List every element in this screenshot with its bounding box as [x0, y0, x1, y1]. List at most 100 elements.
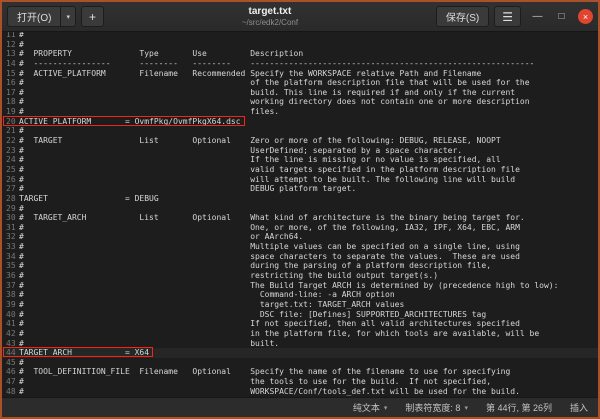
line-text: # build. This line is required if and on… [19, 87, 516, 97]
code-line[interactable]: 22 # TARGET List Optional Zero or more of… [2, 136, 598, 146]
line-number: 35 [6, 261, 16, 271]
line-text: # [19, 39, 24, 49]
code-line[interactable]: 19 # files. [2, 107, 598, 117]
code-line[interactable]: 45 # [2, 358, 598, 368]
line-text: # TARGET_ARCH List Optional What kind of… [19, 213, 525, 223]
code-line[interactable]: 11 # [2, 32, 598, 40]
minimize-icon[interactable]: — [530, 9, 545, 24]
line-number: 36 [6, 271, 16, 281]
doc-type-selector[interactable]: 纯文本 ▾ [353, 401, 388, 414]
code-line[interactable]: 27 # DEBUG platform target. [2, 184, 598, 194]
code-line[interactable]: 37 # The Build Target ARCH is determined … [2, 281, 598, 291]
maximize-icon[interactable]: □ [554, 9, 569, 24]
code-line[interactable]: 23 # UserDefined; separated by a space ch… [2, 146, 598, 156]
code-line[interactable]: 42 # in the platform file, for which tool… [2, 329, 598, 339]
line-number: 19 [6, 107, 16, 117]
line-number: 39 [6, 299, 16, 309]
code-line[interactable]: 24 # If the line is missing or no value i… [2, 155, 598, 165]
code-line[interactable]: 48 # WORKSPACE/Conf/tools_def.txt will be… [2, 387, 598, 397]
code-line[interactable]: 36 # restricting the build output target(… [2, 271, 598, 281]
window-subtitle: ~/src/edk2/Conf [241, 17, 299, 27]
line-text: # in the platform file, for which tools … [19, 328, 540, 338]
code-line[interactable]: 25 # valid targets specified in the platf… [2, 165, 598, 175]
hamburger-menu-button[interactable]: ☰ [494, 6, 521, 27]
code-line[interactable]: 21 # [2, 126, 598, 136]
window-controls: — □ × [530, 9, 593, 24]
line-number: 30 [6, 213, 16, 223]
cursor-position[interactable]: 第 44行, 第 26列 [486, 401, 552, 414]
code-line[interactable]: 15 # ACTIVE_PLATFORM Filename Recommended… [2, 69, 598, 79]
code-line[interactable]: 17 # build. This line is required if and … [2, 88, 598, 98]
line-text: # during the parsing of a platform descr… [19, 261, 492, 271]
line-number: 26 [6, 174, 16, 184]
line-number: 44 [6, 348, 16, 358]
code-line[interactable]: 46 # TOOL_DEFINITION_FILE Filename Option… [2, 367, 598, 377]
line-number: 34 [6, 251, 16, 261]
line-text: # ACTIVE_PLATFORM Filename Recommended S… [19, 68, 482, 78]
code-line[interactable]: 39 # target.txt: TARGET_ARCH values [2, 300, 598, 310]
line-number: 40 [6, 309, 16, 319]
line-number: 37 [6, 280, 16, 290]
line-text: # If the line is missing or no value is … [19, 155, 501, 165]
line-text: # One, or more, of the following, IA32, … [19, 222, 520, 232]
status-bar: 纯文本 ▾ 制表符宽度: 8 ▾ 第 44行, 第 26列 插入 [2, 397, 598, 417]
window-title: target.txt [248, 6, 292, 18]
code-line[interactable]: 32 # or AArch64. [2, 232, 598, 242]
code-line[interactable]: 43 # built. [2, 339, 598, 349]
line-number: 29 [6, 203, 16, 213]
code-line[interactable]: 34 # space characters to separate the val… [2, 252, 598, 262]
line-number: 14 [6, 58, 16, 68]
line-number: 15 [6, 68, 16, 78]
code-line[interactable]: 38 # Command-line: -a ARCH option [2, 290, 598, 300]
new-document-button[interactable]: + [80, 6, 104, 27]
code-line[interactable]: 13 # PROPERTY Type Use Description [2, 49, 598, 59]
line-text: # WORKSPACE/Conf/tools_def.txt will be u… [19, 386, 520, 396]
line-number: 41 [6, 319, 16, 329]
code-line[interactable]: 14 # ---------------- -------- -------- -… [2, 59, 598, 69]
code-line[interactable]: 16 # of the platform description file tha… [2, 78, 598, 88]
line-number: 25 [6, 164, 16, 174]
line-text: # files. [19, 107, 280, 117]
code-line[interactable]: 29 # [2, 204, 598, 214]
line-number: 12 [6, 39, 16, 49]
close-icon[interactable]: × [578, 9, 593, 24]
save-button[interactable]: 保存(S) [435, 6, 490, 27]
code-line[interactable]: 18 # working directory does not contain o… [2, 97, 598, 107]
line-number: 45 [6, 357, 16, 367]
code-line[interactable]: 35 # during the parsing of a platform des… [2, 261, 598, 271]
line-number: 27 [6, 184, 16, 194]
line-number: 23 [6, 145, 16, 155]
line-text: # or AArch64. [19, 232, 304, 242]
chevron-down-icon: ▾ [383, 404, 388, 412]
input-mode: 插入 [570, 401, 588, 414]
line-text: ACTIVE_PLATFORM = OvmfPkg/OvmfPkgX64.dsc [19, 116, 241, 126]
code-line[interactable]: 41 # If not specified, then all valid arc… [2, 319, 598, 329]
line-number: 42 [6, 328, 16, 338]
code-line[interactable]: 31 # One, or more, of the following, IA32… [2, 223, 598, 233]
code-line[interactable]: 47 # the tools to use for the build. If n… [2, 377, 598, 387]
open-split-button: 打开(O) ▾ [7, 6, 76, 27]
editor-area[interactable]: 11 #12 #13 # PROPERTY Type Use Description 1… [2, 32, 598, 397]
line-number: 22 [6, 136, 16, 146]
line-text: # TOOL_DEFINITION_FILE Filename Optional… [19, 367, 511, 377]
line-text: # Multiple values can be specified on a … [19, 242, 520, 252]
code-line[interactable]: 12 # [2, 40, 598, 50]
line-text: # UserDefined; separated by a space char… [19, 145, 463, 155]
line-text: # DSC file: [Defines] SUPPORTED_ARCHITEC… [19, 309, 487, 319]
tab-width-selector[interactable]: 制表符宽度: 8 ▾ [405, 401, 468, 414]
line-text: # ---------------- -------- -------- ---… [19, 58, 535, 68]
code-line[interactable]: 28 TARGET = DEBUG [2, 194, 598, 204]
code-line[interactable]: 20 ACTIVE_PLATFORM = OvmfPkg/OvmfPkgX64.d… [2, 115, 598, 127]
open-button[interactable]: 打开(O) [7, 6, 62, 27]
line-text: # restricting the build output target(s.… [19, 271, 439, 281]
code-line[interactable]: 40 # DSC file: [Defines] SUPPORTED_ARCHIT… [2, 310, 598, 320]
line-text: # The Build Target ARCH is determined by… [19, 280, 559, 290]
code-line[interactable]: 26 # will attempt to be built. The follow… [2, 175, 598, 185]
code-line[interactable]: 30 # TARGET_ARCH List Optional What kind … [2, 213, 598, 223]
code-line[interactable]: 33 # Multiple values can be specified on … [2, 242, 598, 252]
line-number: 24 [6, 155, 16, 165]
open-dropdown-icon[interactable]: ▾ [61, 6, 76, 27]
code-line[interactable]: 44 TARGET_ARCH = X64 [2, 347, 598, 358]
line-number: 32 [6, 232, 16, 242]
line-number: 38 [6, 290, 16, 300]
